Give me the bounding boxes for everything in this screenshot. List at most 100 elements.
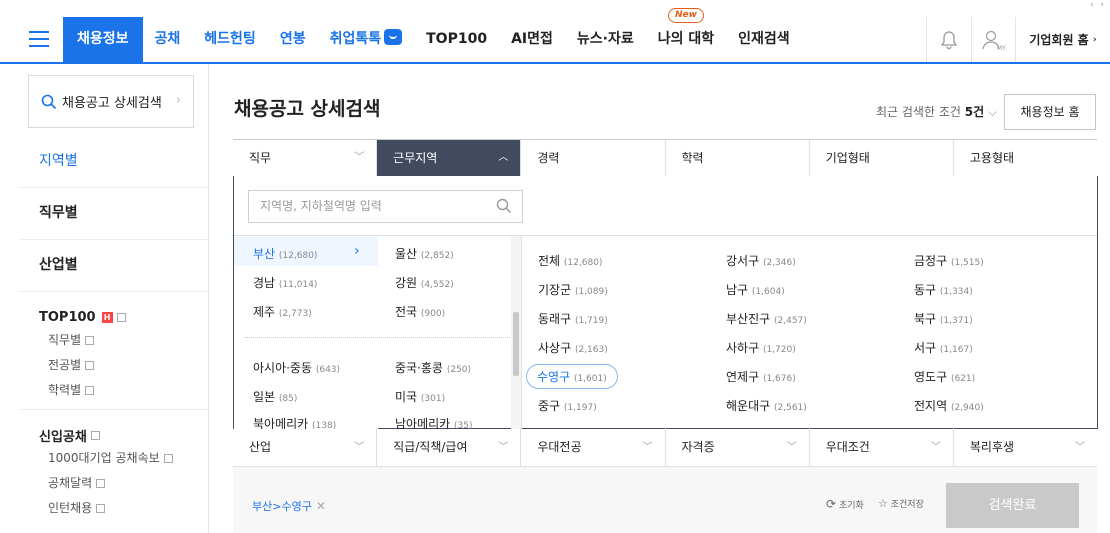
sidebar-sub-item[interactable]: 인턴채용 [39, 496, 208, 521]
tab-1[interactable]: 근무지역 ︿ [376, 140, 521, 176]
new-window-icon [163, 454, 173, 463]
district-item[interactable]: 금정구 (1,515) [914, 252, 984, 269]
sidebar-sub-item[interactable]: 학력별 [39, 378, 208, 403]
nav-item-0[interactable]: 채용정보 [63, 17, 143, 62]
region-item[interactable]: 일본 (85) [253, 388, 297, 405]
nav-item-5[interactable]: TOP100 [414, 17, 499, 62]
close-icon[interactable]: ✕ [316, 499, 326, 513]
nav-item-3[interactable]: 연봉 [268, 17, 318, 62]
nav-item-label: AI면접 [511, 31, 553, 47]
region-count: (4,552) [420, 280, 454, 290]
district-item[interactable]: 전체 (12,680) [538, 252, 602, 269]
nav-item-8[interactable]: 나의 대학 New [646, 8, 726, 62]
district-item[interactable]: 수영구 (1,601) [526, 364, 618, 389]
tab-0[interactable]: 직무 ﹀ [233, 140, 376, 176]
recruit-home-button[interactable]: 채용정보 홈 [1004, 94, 1096, 130]
sidebar-sub-item[interactable]: 1000대기업 공채속보 [39, 446, 208, 471]
district-item[interactable]: 서구 (1,167) [914, 339, 973, 356]
district-item[interactable]: 해운대구 (2,561) [726, 397, 807, 414]
district-item[interactable]: 동구 (1,334) [914, 281, 973, 298]
tab2-1[interactable]: 직급/직책/급여 ﹀ [376, 428, 520, 466]
sidebar-top100-title[interactable]: TOP100 H [39, 306, 208, 328]
district-count: (2,940) [950, 403, 984, 413]
search-complete-button[interactable]: 검색완료 [946, 483, 1079, 528]
new-window-icon [96, 504, 106, 513]
region-name: 전국 [395, 305, 418, 319]
chevron-down-icon: ﹀ [498, 442, 509, 453]
reset-button[interactable]: ⟳ 초기화 [826, 497, 864, 511]
tab-4[interactable]: 기업형태 [808, 140, 953, 176]
tab2-2[interactable]: 우대전공 ﹀ [520, 428, 664, 466]
region-item[interactable]: 아시아·중동 (643) [253, 359, 340, 376]
sidebar-menu: 지역별 직무별 산업별 TOP100 H 직무별 전공별 학력별 신입공채 100… [20, 136, 208, 527]
district-item[interactable]: 전지역 (2,940) [914, 397, 984, 414]
sidebar-item-region[interactable]: 지역별 [20, 136, 208, 188]
nav-item-6[interactable]: AI면접 [499, 17, 565, 62]
region-item[interactable]: 경남 (11,014) [253, 274, 317, 291]
dotted-divider [244, 337, 510, 338]
district-item[interactable]: 남구 (1,604) [726, 281, 785, 298]
tab2-5[interactable]: 복리후생 ﹀ [952, 428, 1097, 466]
chevron-down-icon: ⌵ [987, 105, 998, 119]
district-item[interactable]: 북구 (1,371) [914, 310, 973, 327]
district-item[interactable]: 사상구 (2,163) [538, 339, 608, 356]
nav-item-1[interactable]: 공채 [143, 17, 193, 62]
scroll-arrows-icon[interactable]: ‹ › [1090, 0, 1106, 10]
region-item[interactable]: 중국·홍콩 (250) [395, 359, 471, 376]
region-item[interactable]: 제주 (2,773) [253, 303, 312, 320]
save-condition-button[interactable]: ☆ 조건저장 [878, 497, 924, 510]
tab-3[interactable]: 학력 [664, 140, 809, 176]
notification-bell-icon[interactable] [926, 17, 971, 62]
district-item[interactable]: 중구 (1,197) [538, 397, 597, 414]
nav-item-4[interactable]: 취업톡톡 [318, 17, 415, 62]
tab2-0[interactable]: 산업 ﹀ [233, 428, 376, 466]
recent-search-dropdown[interactable]: 최근 검색한 조건 5건 ⌵ [876, 103, 997, 120]
region-item[interactable]: 부산 (12,680) [253, 245, 317, 262]
sidebar-sub-item[interactable]: 공채달력 [39, 471, 208, 496]
region-search-input[interactable]: 지역명, 지하철역명 입력 [248, 190, 523, 223]
district-item[interactable]: 부산진구 (2,457) [726, 310, 807, 327]
new-window-icon [85, 336, 95, 345]
tab-2[interactable]: 경력 [520, 140, 664, 176]
chevron-up-icon: ︿ [498, 152, 509, 163]
chat-bubble-icon [384, 29, 403, 45]
region-name: 경남 [253, 276, 276, 290]
sidebar-item-job[interactable]: 직무별 [20, 188, 208, 240]
my-page-button[interactable]: MY [971, 17, 1015, 62]
tab-5[interactable]: 고용형태 [952, 140, 1097, 176]
sidebar-item-industry[interactable]: 산업별 [20, 240, 208, 292]
sidebar-gongchae-title[interactable]: 신입공채 [39, 424, 208, 446]
region-item[interactable]: 전국 (900) [395, 303, 445, 320]
district-item[interactable]: 기장군 (1,089) [538, 281, 608, 298]
nav-item-label: 채용정보 [77, 31, 129, 47]
district-item[interactable]: 동래구 (1,719) [538, 310, 608, 327]
region-item[interactable]: 북아메리카 (138) [253, 415, 336, 429]
region-item[interactable]: 미국 (301) [395, 388, 445, 405]
hamburger-menu-icon[interactable] [29, 31, 49, 47]
chevron-down-icon: ﹀ [354, 152, 365, 163]
district-item[interactable]: 영도구 (621) [914, 368, 975, 385]
star-icon: ☆ [878, 497, 888, 510]
sidebar-sub-item[interactable]: 직무별 [39, 328, 208, 353]
district-item[interactable]: 강서구 (2,346) [726, 252, 796, 269]
district-item[interactable]: 연제구 (1,676) [726, 368, 796, 385]
corporate-home-link[interactable]: 기업회원 홈 › [1015, 17, 1110, 62]
sidebar-sub-item[interactable]: 전공별 [39, 353, 208, 378]
nav-item-9[interactable]: 인재검색 [726, 17, 802, 62]
region-item[interactable]: 남아메리카 (35) [395, 415, 473, 429]
tab2-3[interactable]: 자격증 ﹀ [664, 428, 809, 466]
tab2-4[interactable]: 우대조건 ﹀ [808, 428, 953, 466]
region-count: (900) [420, 309, 446, 319]
region-count: (643) [315, 365, 341, 375]
detail-search-link[interactable]: 채용공고 상세검색 › [28, 75, 194, 128]
nav-item-7[interactable]: 뉴스·자료 [565, 17, 646, 62]
search-icon[interactable] [496, 198, 512, 214]
district-item[interactable]: 사하구 (1,720) [726, 339, 796, 356]
nav-item-label: 공채 [154, 31, 181, 47]
region-item[interactable]: 울산 (2,852) [395, 245, 454, 262]
nav-item-2[interactable]: 헤드헌팅 [192, 17, 268, 62]
district-count: (12,680) [563, 258, 603, 268]
region-item[interactable]: 강원 (4,552) [395, 274, 454, 291]
region-list-scrollbar[interactable] [511, 236, 521, 429]
selected-chip[interactable]: 부산>수영구 ✕ [252, 498, 326, 514]
